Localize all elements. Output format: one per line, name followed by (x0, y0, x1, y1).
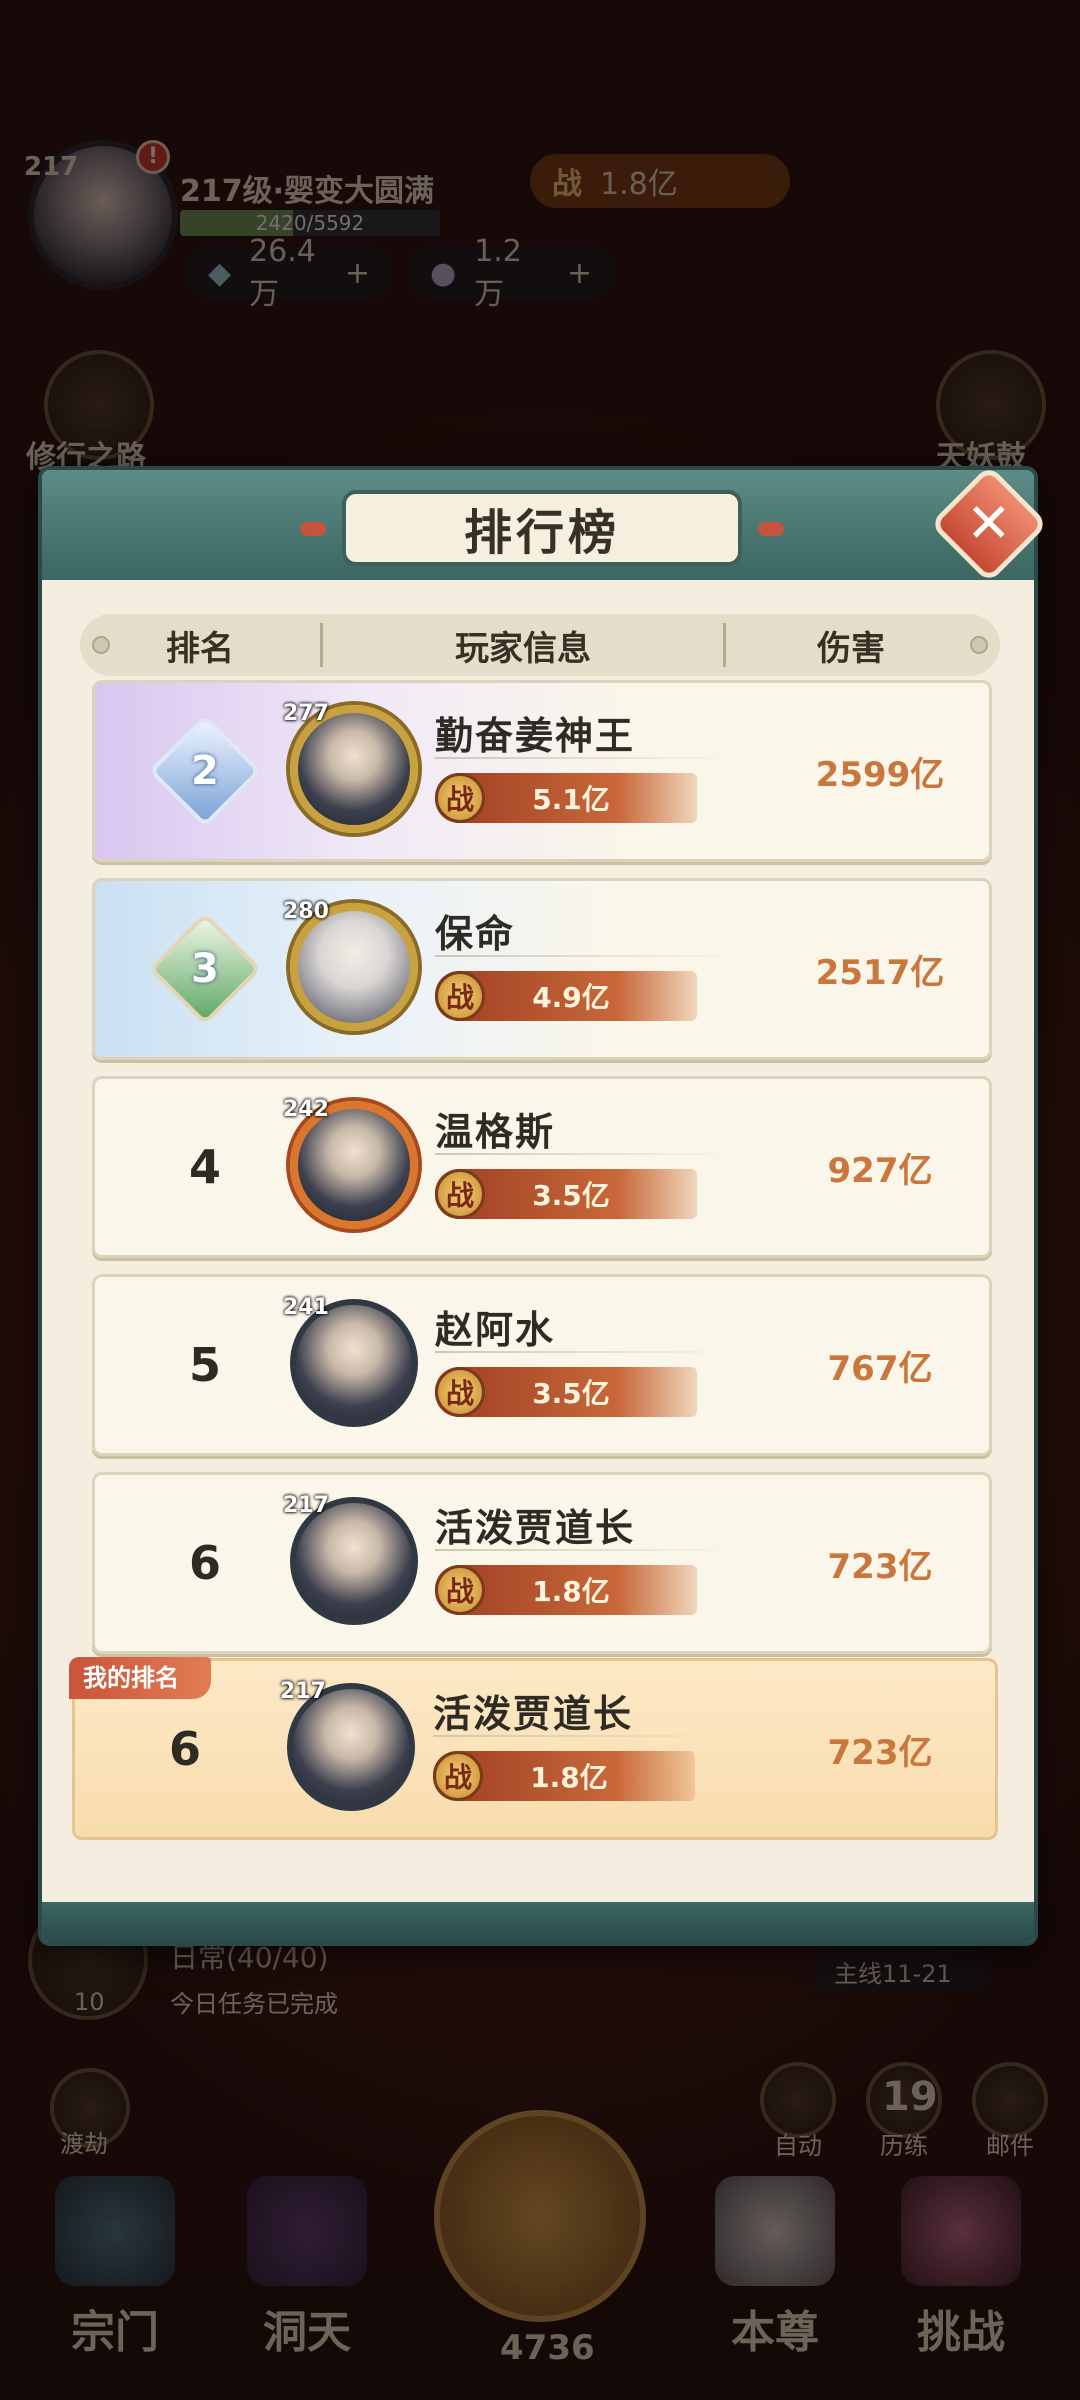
player-name: 赵阿水 (435, 1307, 556, 1352)
player-level: 217 (283, 1493, 329, 1518)
combat-power-value: 3.5亿 (532, 1377, 610, 1410)
column-header: 排名 玩家信息 伤害 (80, 614, 1000, 676)
column-rank: 排名 (166, 628, 234, 669)
battle-icon: 战 (435, 1367, 485, 1417)
combat-power: 战 5.1亿 (435, 773, 697, 823)
name-divider (433, 1735, 733, 1737)
table-row[interactable]: 3 280 保命 战 4.9亿 2517亿 (92, 878, 992, 1060)
page-title: 排行榜 (463, 505, 620, 561)
damage-value: 723亿 (827, 1732, 933, 1773)
combat-power: 战 3.5亿 (435, 1169, 697, 1219)
column-player: 玩家信息 (455, 628, 591, 669)
my-rank-row[interactable]: 我的排名 6 217 活泼贾道长 战 1.8亿 723亿 (69, 1657, 998, 1840)
rank-value: 4 (188, 1140, 221, 1194)
rank-badge-icon: 2 (148, 714, 262, 828)
rope-knot-left (300, 522, 326, 536)
combat-power: 战 3.5亿 (435, 1367, 697, 1417)
battle-icon: 战 (433, 1751, 483, 1801)
name-divider (435, 955, 735, 957)
battle-icon: 战 (435, 773, 485, 823)
combat-power-value: 1.8亿 (530, 1761, 608, 1794)
table-row[interactable]: 4 242 温格斯 战 3.5亿 927亿 (92, 1076, 992, 1258)
combat-power-value: 1.8亿 (532, 1575, 610, 1608)
combat-power-value: 3.5亿 (532, 1179, 610, 1212)
panel-footer (42, 1902, 1034, 1942)
damage-value: 927亿 (827, 1150, 933, 1191)
title-plaque: 排行榜 (342, 490, 742, 566)
player-level: 217 (280, 1679, 326, 1704)
battle-icon: 战 (435, 971, 485, 1021)
player-name: 活泼贾道长 (435, 1505, 636, 1550)
name-divider (435, 757, 735, 759)
player-level: 280 (283, 899, 329, 924)
player-name: 勤奋姜神王 (435, 713, 636, 758)
rope-knot-right (758, 522, 784, 536)
table-row[interactable]: 2 277 勤奋姜神王 战 5.1亿 2599亿 (92, 680, 992, 862)
player-level: 242 (283, 1097, 329, 1122)
header-dot-right (970, 636, 988, 654)
damage-value: 723亿 (827, 1546, 933, 1587)
rank-value: 6 (188, 1536, 221, 1590)
name-divider (435, 1549, 735, 1551)
player-level: 277 (283, 701, 329, 726)
name-divider (435, 1153, 735, 1155)
rank-value: 5 (188, 1338, 221, 1392)
leaderboard-panel: 排行榜 ✕ 排名 玩家信息 伤害 2 277 勤奋姜神王 战 5.1亿 2599… (38, 464, 1049, 1946)
name-divider (435, 1351, 735, 1353)
combat-power: 战 1.8亿 (435, 1565, 697, 1615)
combat-power-value: 5.1亿 (532, 783, 610, 816)
battle-icon: 战 (435, 1565, 485, 1615)
table-row[interactable]: 6 217 活泼贾道长 战 1.8亿 723亿 (92, 1472, 992, 1654)
rank-value: 6 (168, 1722, 201, 1776)
player-name: 保命 (435, 911, 516, 956)
player-level: 241 (283, 1295, 329, 1320)
combat-power: 战 1.8亿 (433, 1751, 695, 1801)
combat-power-value: 4.9亿 (532, 981, 610, 1014)
damage-value: 2599亿 (815, 754, 945, 795)
player-name: 活泼贾道长 (433, 1691, 634, 1736)
battle-icon: 战 (435, 1169, 485, 1219)
damage-value: 767亿 (827, 1348, 933, 1389)
rank-value: 3 (191, 946, 219, 992)
column-damage: 伤害 (817, 628, 885, 669)
rank-badge-icon: 3 (148, 912, 262, 1026)
close-icon: ✕ (966, 492, 1012, 555)
player-name: 温格斯 (435, 1109, 556, 1154)
combat-power: 战 4.9亿 (435, 971, 697, 1021)
rank-value: 2 (191, 748, 219, 794)
header-dot-left (92, 636, 110, 654)
table-row[interactable]: 5 241 赵阿水 战 3.5亿 767亿 (92, 1274, 992, 1456)
damage-value: 2517亿 (815, 952, 945, 993)
